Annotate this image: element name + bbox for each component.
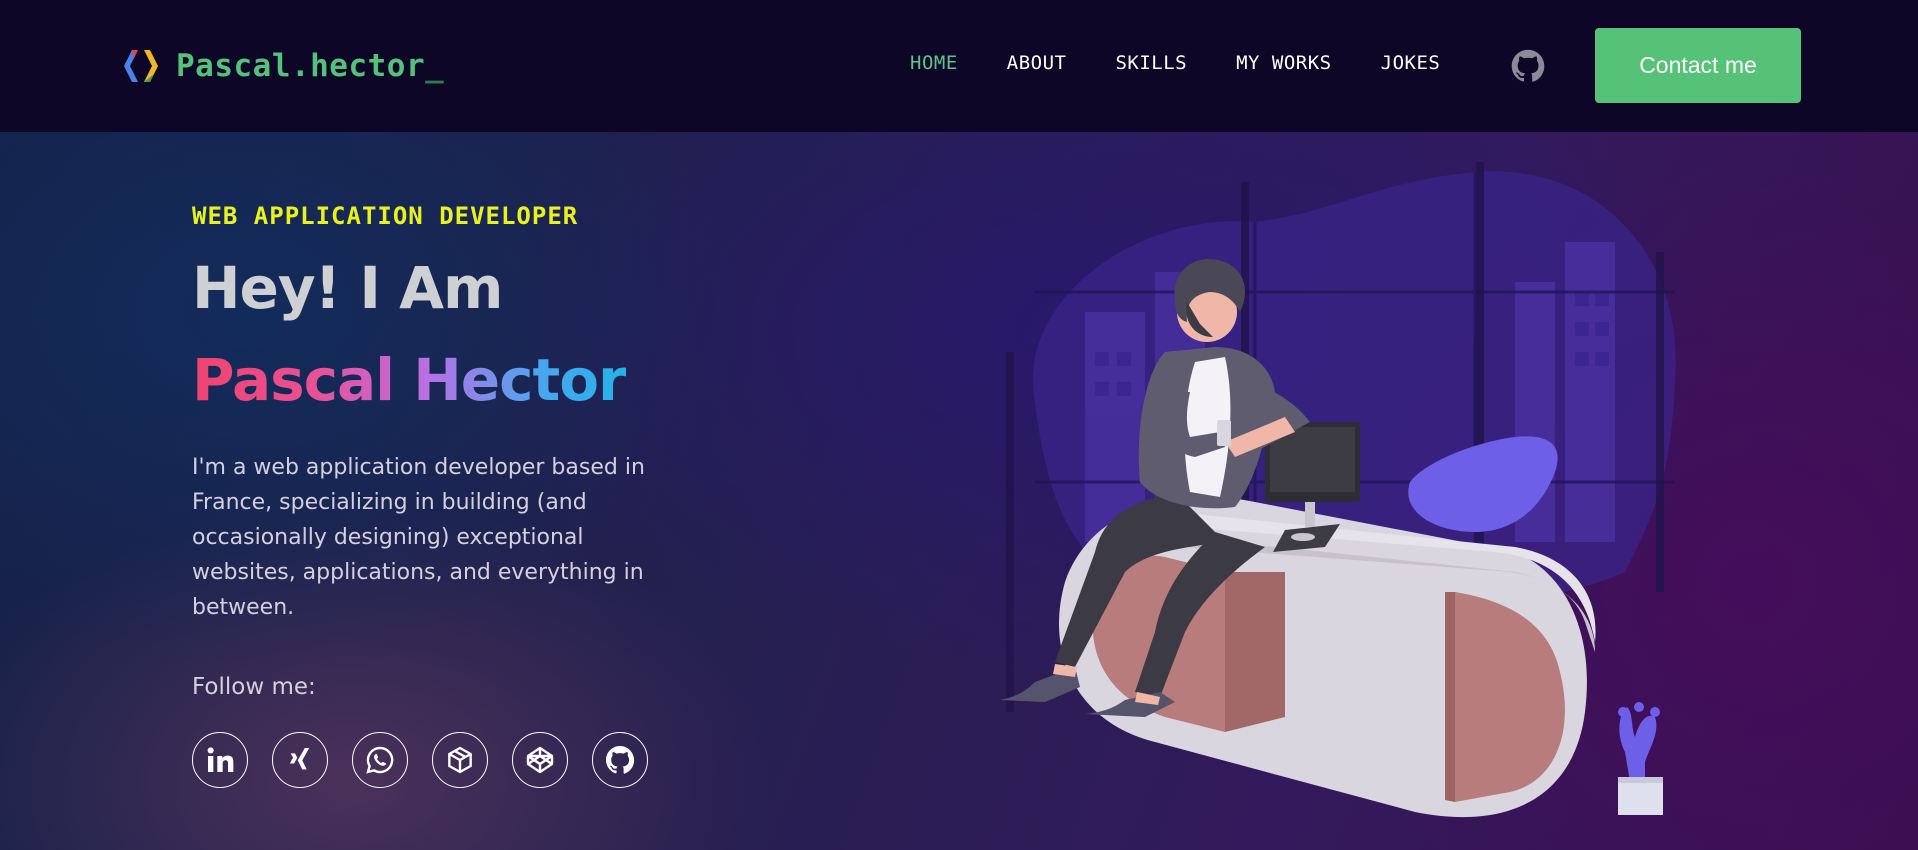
nav-home[interactable]: HOME (910, 52, 958, 74)
nav-skills[interactable]: SKILLS (1115, 52, 1187, 74)
code-brackets-logo-icon (124, 50, 158, 82)
codepen-icon (526, 746, 554, 774)
nav-my-works[interactable]: MY WORKS (1236, 52, 1332, 74)
xing-icon (289, 748, 310, 770)
contact-me-button[interactable]: Contact me (1595, 28, 1801, 103)
xing-link[interactable] (272, 732, 328, 788)
hero-bio: I'm a web application developer based in… (192, 455, 645, 620)
hero-section: WEB APPLICATION DEVELOPER Hey! I Am Pasc… (0, 132, 1918, 850)
top-navbar: Pascal.hector _ HOME ABOUT SKILLS MY WOR… (0, 0, 1918, 132)
follow-label: Follow me: (192, 674, 316, 700)
hero-eyebrow: WEB APPLICATION DEVELOPER (192, 202, 579, 230)
social-links (192, 732, 648, 788)
whatsapp-link[interactable] (352, 732, 408, 788)
linkedin-icon (207, 747, 234, 772)
brand-name: Pascal.hector (176, 48, 426, 84)
whatsapp-icon (366, 746, 394, 774)
github-icon (606, 746, 635, 774)
box-link[interactable] (432, 732, 488, 788)
main-nav: HOME ABOUT SKILLS MY WORKS JOKES (910, 52, 1489, 74)
brand-logo-link[interactable]: Pascal.hector _ (120, 46, 444, 86)
brand-cursor: _ (425, 48, 444, 84)
nav-jokes[interactable]: JOKES (1381, 52, 1441, 74)
codepen-link[interactable] (512, 732, 568, 788)
linkedin-link[interactable] (192, 732, 248, 788)
developer-desk-illustration (1000, 162, 1676, 818)
github-icon[interactable] (1511, 49, 1545, 83)
nav-about[interactable]: ABOUT (1007, 52, 1067, 74)
github-link[interactable] (592, 732, 648, 788)
box-icon (448, 746, 472, 774)
hero-greeting: Hey! I Am (192, 254, 503, 322)
hero-name: Pascal Hector (192, 346, 627, 414)
